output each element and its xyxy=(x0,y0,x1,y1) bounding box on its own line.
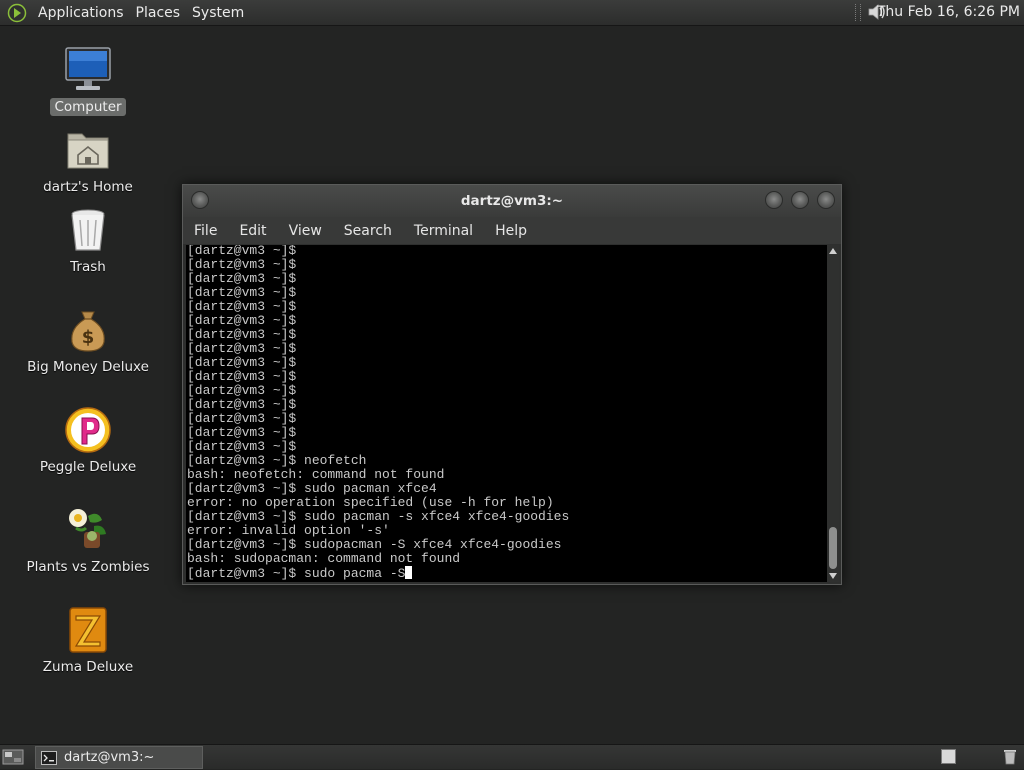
desktop-icon-label: Big Money Deluxe xyxy=(27,359,149,375)
close-button[interactable] xyxy=(817,191,835,209)
desktop-icon-home[interactable]: dartz's Home xyxy=(33,126,143,196)
trash-icon xyxy=(62,206,114,254)
desktop-icon-plants-vs-zombies[interactable]: Plants vs Zombies xyxy=(27,506,150,576)
terminal-scrollbar[interactable] xyxy=(827,245,839,582)
desktop-icon-trash[interactable]: Trash xyxy=(33,206,143,276)
system-menu[interactable]: System xyxy=(186,5,250,21)
panel-drag-handle[interactable] xyxy=(855,4,861,21)
money-bag-icon: $ xyxy=(62,306,114,354)
scroll-down-arrow-icon[interactable] xyxy=(829,573,837,579)
taskbar-window-label: dartz@vm3:~ xyxy=(64,750,155,765)
terminal-window[interactable]: dartz@vm3:~ File Edit View Search Termin… xyxy=(182,184,842,585)
terminal-line: [dartz@vm3 ~]$ xyxy=(187,257,297,272)
zuma-icon xyxy=(62,606,114,654)
clock[interactable]: Thu Feb 16, 6:26 PM xyxy=(877,4,1020,20)
desktop-icon-label: Trash xyxy=(70,259,106,275)
taskbar-window-button[interactable]: dartz@vm3:~ xyxy=(35,746,203,769)
places-menu[interactable]: Places xyxy=(130,5,187,21)
terminal-line: bash: neofetch: command not found xyxy=(187,467,445,482)
terminal-output[interactable]: [dartz@vm3 ~]$ [dartz@vm3 ~]$ [dartz@vm3… xyxy=(186,245,827,582)
terminal-lines: [dartz@vm3 ~]$ [dartz@vm3 ~]$ [dartz@vm3… xyxy=(186,245,570,581)
peggle-icon xyxy=(62,406,114,454)
terminal-line: [dartz@vm3 ~]$ xyxy=(187,285,297,300)
home-folder-icon xyxy=(62,126,114,174)
top-panel: Applications Places System Thu Feb 16, 6… xyxy=(0,0,1024,26)
desktop-icon-computer[interactable]: Computer xyxy=(33,46,143,116)
terminal-line: [dartz@vm3 ~]$ xyxy=(187,439,297,454)
title-bar[interactable]: dartz@vm3:~ xyxy=(183,185,841,217)
minimize-button[interactable] xyxy=(765,191,783,209)
workspace-switcher[interactable] xyxy=(941,749,956,764)
terminal-line: [dartz@vm3 ~]$ sudopacman -S xfce4 xfce4… xyxy=(187,537,562,552)
terminal-line: [dartz@vm3 ~]$ xyxy=(187,313,297,328)
desktop-icon-zuma[interactable]: Zuma Deluxe xyxy=(33,606,143,676)
maximize-button[interactable] xyxy=(791,191,809,209)
terminal-line: [dartz@vm3 ~]$ xyxy=(187,327,297,342)
terminal-prompt-line[interactable]: [dartz@vm3 ~]$ sudo pacma -S xyxy=(187,566,569,581)
desktop-icon-label: Plants vs Zombies xyxy=(26,559,150,575)
menu-view[interactable]: View xyxy=(278,223,333,239)
terminal-line: [dartz@vm3 ~]$ xyxy=(187,299,297,314)
menu-terminal[interactable]: Terminal xyxy=(403,223,484,239)
svg-text:$: $ xyxy=(82,327,95,348)
scroll-thumb[interactable] xyxy=(829,527,837,569)
terminal-line: [dartz@vm3 ~]$ neofetch xyxy=(187,453,367,468)
terminal-line: bash: sudopacman: command not found xyxy=(187,551,461,566)
menu-edit[interactable]: Edit xyxy=(228,223,277,239)
terminal-line: [dartz@vm3 ~]$ xyxy=(187,411,297,426)
terminal-icon xyxy=(41,750,57,765)
desktop-icon-label: Computer xyxy=(50,98,126,116)
desktop-icon-label: Peggle Deluxe xyxy=(39,459,137,475)
terminal-line: [dartz@vm3 ~]$ xyxy=(187,397,297,412)
gnome-foot-icon[interactable] xyxy=(6,2,28,24)
terminal-line: [dartz@vm3 ~]$ xyxy=(187,355,297,370)
plants-vs-zombies-icon xyxy=(62,506,114,554)
terminal-current-input[interactable]: [dartz@vm3 ~]$ sudo pacma -S xyxy=(187,566,405,581)
window-title: dartz@vm3:~ xyxy=(460,193,564,209)
terminal-line: [dartz@vm3 ~]$ sudo pacman xfce4 xyxy=(187,481,437,496)
terminal-line: [dartz@vm3 ~]$ sudo pacman -s xfce4 xfce… xyxy=(187,509,570,524)
menu-help[interactable]: Help xyxy=(484,223,538,239)
terminal-line: [dartz@vm3 ~]$ xyxy=(187,383,297,398)
trash-applet-icon[interactable] xyxy=(1002,748,1018,765)
terminal-line: error: no operation specified (use -h fo… xyxy=(187,495,554,510)
computer-icon xyxy=(62,46,114,94)
desktop-icon-big-money[interactable]: $ Big Money Deluxe xyxy=(27,306,149,376)
menu-search[interactable]: Search xyxy=(333,223,403,239)
scroll-up-arrow-icon[interactable] xyxy=(829,248,837,254)
desktop-icon-label: Zuma Deluxe xyxy=(42,659,134,675)
desktop-icon-peggle[interactable]: Peggle Deluxe xyxy=(33,406,143,476)
terminal-line: [dartz@vm3 ~]$ xyxy=(187,271,297,286)
bottom-panel: dartz@vm3:~ xyxy=(0,744,1024,769)
terminal-line: [dartz@vm3 ~]$ xyxy=(187,425,297,440)
applications-menu[interactable]: Applications xyxy=(32,5,130,21)
show-desktop-icon[interactable] xyxy=(2,748,24,766)
terminal-menubar: File Edit View Search Terminal Help xyxy=(183,217,841,244)
menu-file[interactable]: File xyxy=(183,223,228,239)
terminal-line: [dartz@vm3 ~]$ xyxy=(187,341,297,356)
terminal-line: [dartz@vm3 ~]$ xyxy=(187,369,297,384)
text-cursor xyxy=(405,566,413,579)
desktop-icon-label: dartz's Home xyxy=(43,179,133,195)
terminal-line: error: invalid option '-s' xyxy=(187,523,390,538)
